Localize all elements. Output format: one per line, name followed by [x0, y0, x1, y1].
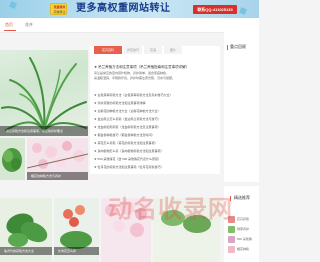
bottom-caption-1: 龟背竹的养殖方法大全 — [0, 247, 52, 255]
section-marker — [227, 45, 228, 50]
decorative-cube-icon — [239, 7, 247, 15]
banner-tag-line1: 流量精准 — [53, 5, 66, 9]
sidebar-review-panel: 重点回顾 — [224, 32, 259, 182]
panel-tab-flower-language[interactable]: 花语 — [144, 46, 162, 54]
pick-thumb[interactable] — [228, 226, 235, 233]
pick-item-label[interactable]: 樱花种植 — [237, 246, 258, 253]
pick-item-label[interactable]: 绿萝养护 — [237, 226, 258, 233]
banner-contact-button[interactable]: 联系QQ:411025133 — [193, 5, 237, 14]
panel-tab-pictures[interactable]: 图片 — [164, 46, 182, 54]
tab-flowers[interactable]: 花卉 — [25, 21, 33, 29]
nav-bar: 首页 花卉 — [0, 18, 259, 33]
banner-tag-line2: 高效转让 — [53, 10, 66, 14]
panel-tab-tips[interactable]: 养花技巧 — [124, 46, 142, 54]
article-list-item[interactable]: ★ 龙血树如何养殖（龙血树养殖方法及注意事项） — [94, 124, 218, 130]
article-list-item[interactable]: ★ 牡丹花的养殖方法和注意事项（牡丹花养殖技巧） — [94, 164, 218, 170]
article-list-item[interactable]: ★ 迎春花的种植方法大全（迎春花种植方法大全） — [94, 108, 218, 114]
article-list-item[interactable]: ★ 郁金香种植技巧（郁金香种植方法及时间） — [94, 132, 218, 138]
top-banner-ad[interactable]: 流量精准 高效转让 更多高权重网站转让 联系QQ:411025133 — [0, 0, 259, 18]
pick-thumb[interactable] — [228, 236, 235, 243]
sidebar-title: 重点回顾 — [230, 44, 246, 49]
thumb-image-2[interactable]: 樱花的种植方法与养护 — [27, 138, 88, 180]
article-list-item[interactable]: ★ 滴水观音的养殖方法和注意事项详解 — [94, 100, 218, 106]
thumb-image-1[interactable] — [0, 138, 25, 180]
decorative-cube-icon — [9, 1, 17, 9]
banner-tag: 流量精准 高效转让 — [50, 3, 67, 15]
article-panel: 花卉百科 养花技巧 花语 图片 ★ 吊兰养殖方法和注意事项（吊兰养殖指南和注意事… — [90, 46, 220, 174]
article-headline[interactable]: ★ 吊兰养殖方法和注意事项（吊兰养殖指南和注意事项详解） — [94, 64, 218, 70]
article-list-item[interactable]: ★ 多肉植物怎么养（多肉植物养殖方法和注意事项） — [94, 148, 218, 154]
pick-item-label[interactable]: 500 朵玫瑰 — [237, 236, 258, 243]
article-list-item[interactable]: ★ 白色茶梅养殖方法（白色茶梅养殖方法及养护技巧大全） — [94, 92, 218, 98]
bottom-image-1[interactable]: 龟背竹的养殖方法大全 — [0, 198, 52, 262]
hero-caption: 吊兰养殖方法和注意事项，吊兰的养护要点 — [0, 126, 88, 136]
pick-thumb[interactable] — [228, 246, 235, 253]
bottom-caption-2: 长寿花怎么养 — [54, 247, 99, 255]
article-list-item[interactable]: ★ 500 朵玫瑰花（送 500 朵玫瑰花代表什么意思） — [94, 156, 218, 162]
watermark-text: 动名收录网 — [108, 196, 233, 223]
thumb-caption-2: 樱花的种植方法与养护 — [27, 172, 88, 180]
article-summary-line-2: 喜温暖湿润、半阴的环境，养护时需注意光照、浇水与施肥。 — [94, 76, 176, 80]
banner-headline: 更多高权重网站转让 — [76, 3, 171, 14]
article-list-item[interactable]: ★ 菊花怎么养殖（菊花的养殖方法和注意事项） — [94, 140, 218, 146]
bottom-image-2[interactable]: 长寿花怎么养 — [54, 198, 99, 262]
article-list-item[interactable]: ★ 金边吊兰怎么养殖（金边吊兰养殖方法与技巧） — [94, 116, 218, 122]
tab-home[interactable]: 首页 — [5, 21, 13, 29]
pick-item-label[interactable]: 花卉养殖 — [237, 216, 258, 223]
panel-tab-encyclopedia[interactable]: 花卉百科 — [94, 46, 122, 54]
picks-title: 精选推荐 — [234, 195, 250, 200]
active-tab-underline — [4, 30, 16, 31]
hero-image[interactable]: 吊兰养殖方法和注意事项，吊兰的养护要点 — [0, 50, 88, 136]
